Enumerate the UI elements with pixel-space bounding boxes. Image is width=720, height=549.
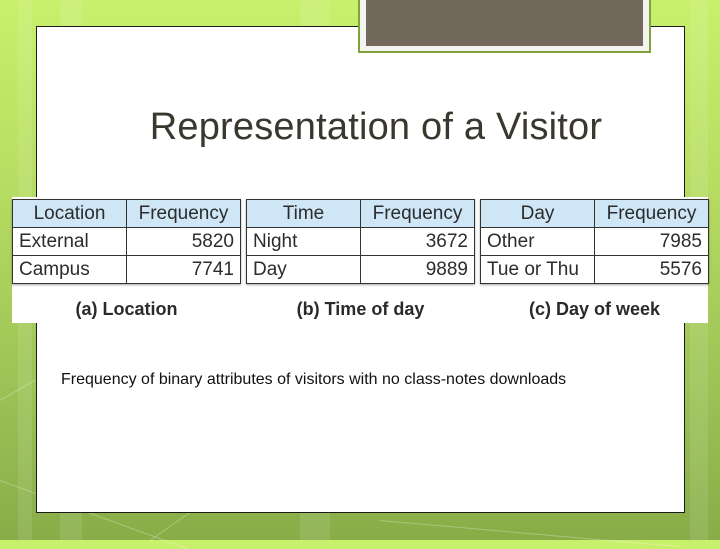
row-label: External: [12, 227, 127, 256]
column-header: Day: [480, 199, 595, 228]
table-header-row: Location Frequency: [12, 199, 241, 228]
title-banner-fill: [366, 0, 643, 46]
table-row: Day 9889: [246, 255, 475, 284]
location-table: Location Frequency External 5820 Campus …: [12, 199, 241, 284]
table-row: Other 7985: [480, 227, 709, 256]
column-header: Frequency: [360, 199, 475, 228]
row-label: Tue or Thu: [480, 255, 595, 284]
frequency-tables-figure: Location Frequency External 5820 Campus …: [12, 197, 709, 323]
time-of-day-table: Time Frequency Night 3672 Day 9889: [246, 199, 475, 284]
table-header-row: Day Frequency: [480, 199, 709, 228]
row-label: Day: [246, 255, 361, 284]
figure-caption: Frequency of binary attributes of visito…: [61, 371, 567, 388]
table-row: External 5820: [12, 227, 241, 256]
row-value: 7985: [594, 227, 709, 256]
row-label: Campus: [12, 255, 127, 284]
column-header: Time: [246, 199, 361, 228]
row-value: 3672: [360, 227, 475, 256]
slide-title: Representation of a Visitor: [149, 106, 603, 148]
table-row: Campus 7741: [12, 255, 241, 284]
column-header: Frequency: [594, 199, 709, 228]
table-caption: (c) Day of week: [528, 299, 661, 319]
table-row: Tue or Thu 5576: [480, 255, 709, 284]
row-value: 9889: [360, 255, 475, 284]
column-header: Frequency: [126, 199, 241, 228]
table-caption: (a) Location: [75, 299, 178, 319]
row-label: Other: [480, 227, 595, 256]
row-value: 5820: [126, 227, 241, 256]
table-row: Night 3672: [246, 227, 475, 256]
title-banner: [358, 0, 651, 53]
row-value: 7741: [126, 255, 241, 284]
table-header-row: Time Frequency: [246, 199, 475, 228]
bg-line: [379, 520, 679, 548]
table-caption: (b) Time of day: [296, 299, 425, 319]
day-of-week-table: Day Frequency Other 7985 Tue or Thu 5576: [480, 199, 709, 284]
row-label: Night: [246, 227, 361, 256]
row-value: 5576: [594, 255, 709, 284]
column-header: Location: [12, 199, 127, 228]
